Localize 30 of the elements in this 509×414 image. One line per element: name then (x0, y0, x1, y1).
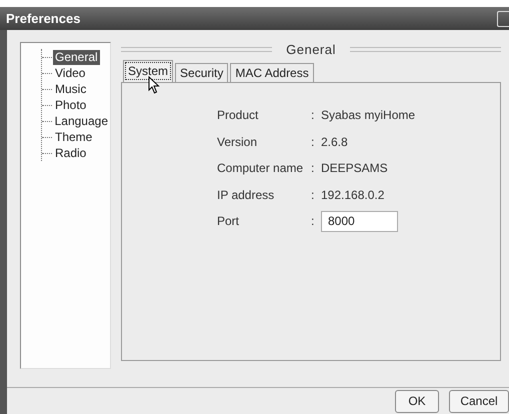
separator: : (311, 134, 316, 149)
field-value: 192.168.0.2 (321, 188, 384, 202)
field-label: Product (217, 108, 260, 122)
dialog-button[interactable]: OK (395, 390, 439, 412)
sidebar-item[interactable]: Language (52, 114, 110, 128)
field-value: Syabas myiHome (321, 108, 416, 122)
separator: : (311, 214, 316, 228)
tab[interactable]: MAC Address (230, 63, 314, 82)
sidebar-item[interactable]: Video (53, 66, 88, 80)
sidebar-item[interactable]: Radio (53, 146, 88, 160)
field-label: IP address (217, 188, 276, 202)
section-title: General (286, 42, 336, 56)
mouse-pointer-icon (148, 76, 160, 94)
field-label: Computer name (217, 161, 304, 176)
sidebar-item[interactable]: Music (53, 82, 88, 96)
separator: : (311, 108, 316, 122)
input-field[interactable]: 8000 (321, 210, 398, 232)
field-label: Port (217, 214, 240, 228)
sidebar-item[interactable]: Theme (53, 130, 94, 144)
dialog-button[interactable]: Cancel (449, 390, 509, 412)
field-label: Version (217, 134, 258, 149)
field-value: DEEPSAMS (321, 161, 388, 176)
tab[interactable]: Security (175, 63, 228, 82)
sidebar-item[interactable]: Photo (53, 98, 88, 112)
close-icon[interactable] (497, 10, 509, 26)
window-title: Preferences (6, 11, 80, 26)
sidebar-item[interactable]: General (53, 50, 100, 64)
separator: : (311, 161, 316, 176)
field-value: 2.6.8 (321, 134, 348, 149)
separator: : (311, 188, 316, 202)
